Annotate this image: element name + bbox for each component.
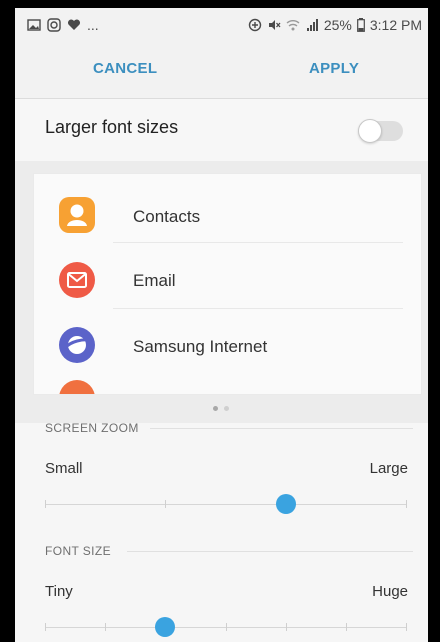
row-separator xyxy=(113,308,403,309)
screen: ... 25% 3:12 PM CANCEL APPLY Larger font… xyxy=(15,8,428,642)
more-notifications: ... xyxy=(87,17,99,33)
slider-thumb[interactable] xyxy=(276,494,296,514)
mute-icon xyxy=(267,18,281,32)
action-bar: CANCEL APPLY xyxy=(15,44,428,98)
larger-font-sizes-toggle[interactable] xyxy=(358,119,403,143)
slider-tick xyxy=(346,623,347,631)
image-icon xyxy=(27,18,41,32)
font-size-slider[interactable] xyxy=(45,617,407,637)
preview-app-label: Samsung Internet xyxy=(133,337,268,356)
slider-tick xyxy=(286,623,287,631)
slider-tick xyxy=(406,500,407,508)
apply-button[interactable]: APPLY xyxy=(309,60,359,77)
screen-zoom-slider[interactable] xyxy=(45,494,407,514)
battery-percent: 25% xyxy=(323,17,352,33)
samsung-internet-icon xyxy=(59,327,95,363)
status-left-icons: ... xyxy=(27,17,99,33)
status-right-icons: 25% 3:12 PM xyxy=(248,17,422,33)
toggle-knob xyxy=(358,119,382,143)
larger-font-sizes-label: Larger font sizes xyxy=(45,117,179,137)
row-separator xyxy=(113,242,403,243)
slider-tick xyxy=(105,623,106,631)
heart-icon xyxy=(67,18,81,32)
preview-app-row-samsung-internet: Samsung Internet xyxy=(34,313,421,377)
section-divider xyxy=(127,551,413,552)
preview-app-row-email: Email xyxy=(34,248,421,312)
clock: 3:12 PM xyxy=(369,17,422,33)
section-divider xyxy=(150,428,413,429)
font-size-header: FONT SIZE xyxy=(45,544,112,558)
slider-thumb[interactable] xyxy=(155,617,175,637)
larger-font-sizes-row[interactable]: Larger font sizes xyxy=(15,99,428,161)
slider-tick xyxy=(45,623,46,631)
slider-track[interactable] xyxy=(45,504,407,505)
contacts-icon xyxy=(59,197,95,233)
signal-icon xyxy=(305,18,319,32)
preview-card: Contacts Email Samsung Internet xyxy=(33,173,422,395)
slider-tick xyxy=(45,500,46,508)
partial-app-icon xyxy=(59,380,95,394)
status-bar: ... 25% 3:12 PM xyxy=(15,8,428,44)
screen-zoom-max-label: Large xyxy=(369,460,408,477)
slider-tick xyxy=(165,500,166,508)
screen-zoom-header: SCREEN ZOOM xyxy=(45,421,139,435)
page-dot xyxy=(224,406,229,411)
wifi-icon xyxy=(286,18,300,32)
cancel-button[interactable]: CANCEL xyxy=(93,60,157,77)
page-indicator xyxy=(213,406,229,411)
data-saver-icon xyxy=(248,18,262,32)
battery-icon xyxy=(356,18,365,32)
preview-app-row-contacts: Contacts xyxy=(34,183,421,247)
slider-tick xyxy=(226,623,227,631)
font-size-min-label: Tiny xyxy=(45,583,73,600)
preview-app-label: Email xyxy=(133,271,176,290)
instagram-icon xyxy=(47,18,61,32)
slider-tick xyxy=(406,623,407,631)
font-size-max-label: Huge xyxy=(372,583,408,600)
preview-app-label: Contacts xyxy=(133,207,201,226)
email-icon xyxy=(59,262,95,298)
screen-zoom-min-label: Small xyxy=(45,460,83,477)
page-dot-active xyxy=(213,406,218,411)
